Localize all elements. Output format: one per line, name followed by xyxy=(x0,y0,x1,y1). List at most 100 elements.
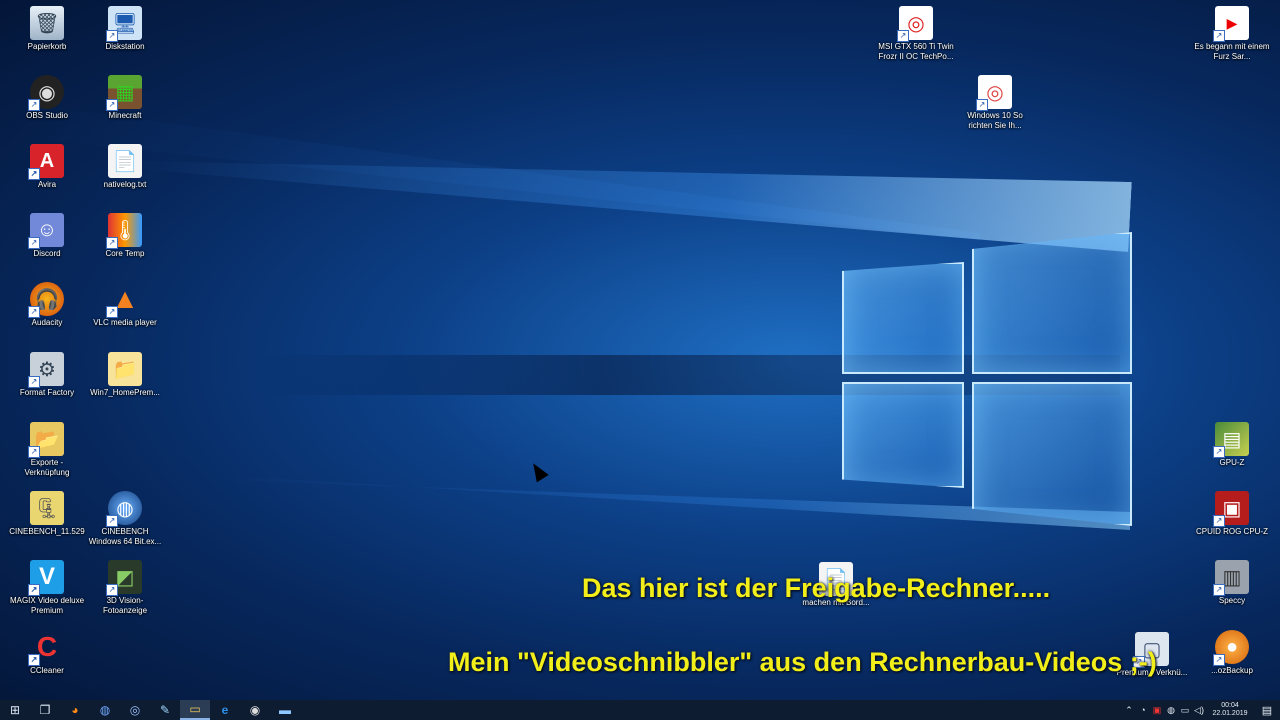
app-icon: ▬ xyxy=(279,703,291,717)
desktop-icon-audacity[interactable]: 🎧 ↗ Audacity xyxy=(9,282,85,328)
desktop-icon-msi-gtx[interactable]: ◎ ↗ MSI GTX 560 Ti Twin Frozr II OC TechP… xyxy=(876,6,956,62)
desktop-icon-es-begann[interactable]: ▶ ↗ Es begann mit einem Furz Sar... xyxy=(1194,6,1270,62)
desktop-icon-discord[interactable]: ☺ ↗ Discord xyxy=(9,213,85,259)
network-drive-icon: 🖥 ↗ xyxy=(106,6,142,42)
desktop-icon-label: Minecraft xyxy=(108,111,142,120)
desktop-icon-papierkorb[interactable]: 🗑 Papierkorb xyxy=(9,6,85,52)
desktop-icon-label: CINEBENCH_11.529 xyxy=(9,527,85,536)
desktop-icon-label: Win7_HomePrem... xyxy=(90,388,160,397)
edge-icon: e xyxy=(221,703,229,717)
web-shortcut-icon: ◎ ↗ xyxy=(976,75,1012,111)
desktop-icon-cinebench-exe[interactable]: ◍ ↗ CINEBENCH Windows 64 Bit.ex... xyxy=(87,491,163,547)
desktop-icon-vlc[interactable]: ▲ ↗ VLC media player xyxy=(87,282,163,328)
clock-date: 22.01.2019 xyxy=(1212,710,1248,717)
desktop-icon-label: Papierkorb xyxy=(27,42,67,51)
subtitle-line-1: Das hier ist der Freigabe-Rechner..... xyxy=(582,573,1051,603)
taskbar-app-2[interactable]: ◍ xyxy=(90,700,120,720)
web-shortcut-icon: ◎ ↗ xyxy=(897,6,933,42)
desktop-icon-win7-homeprem[interactable]: 📁 Win7_HomePrem... xyxy=(87,352,163,398)
desktop-icon-backup[interactable]: ● ↗ ...ozBackup xyxy=(1194,630,1270,676)
desktop-icon-format-factory[interactable]: ⚙ ↗ Format Factory xyxy=(9,352,85,398)
desktop-icon-label: Es begann mit einem Furz Sar... xyxy=(1194,42,1270,61)
desktop-icon-magix[interactable]: V ↗ MAGIX Video deluxe Premium xyxy=(9,560,85,616)
taskbar-clock[interactable]: 00:04 22.01.2019 xyxy=(1206,702,1254,718)
vlc-icon: ▲ ↗ xyxy=(106,282,142,318)
task-view-button[interactable]: ❐ xyxy=(30,700,60,720)
text-file-icon: 📄 xyxy=(108,144,142,178)
app-icon: ◍ xyxy=(99,703,111,717)
recycle-bin-icon: 🗑 xyxy=(30,6,64,40)
desktop-icon-label: MSI GTX 560 Ti Twin Frozr II OC TechPo..… xyxy=(878,42,954,61)
taskbar-app-9[interactable]: ▬ xyxy=(270,700,300,720)
desktop-icon-diskstation[interactable]: 🖥 ↗ Diskstation xyxy=(87,6,163,52)
cpu-z-icon: ▣ ↗ xyxy=(1213,491,1249,527)
edge-button[interactable]: e xyxy=(210,700,240,720)
logo-pane xyxy=(972,382,1132,526)
desktop-icon-core-temp[interactable]: 🌡 ↗ Core Temp xyxy=(87,213,163,259)
system-tray: ⌃ ◔ ▣ ◍ ▭ ◁) 00:04 22.01.2019 ▤ xyxy=(1122,700,1280,720)
file-explorer-button[interactable]: ▭ xyxy=(180,700,210,720)
desktop-icon-label: nativelog.txt xyxy=(103,180,147,189)
speccy-icon: ▥ ↗ xyxy=(1213,560,1249,596)
tray-icon[interactable]: ◍ xyxy=(1164,705,1178,716)
desktop-icon-label: ...ozBackup xyxy=(1211,666,1253,675)
chevron-up-icon[interactable]: ⌃ xyxy=(1122,705,1136,716)
zip-folder-icon: 🗜 xyxy=(30,491,64,525)
tray-icon[interactable]: ◔ xyxy=(1136,705,1150,715)
gpu-z-icon: ▤ ↗ xyxy=(1213,422,1249,458)
clock-time: 00:04 xyxy=(1221,702,1239,709)
folder-shortcut-icon: 📂 ↗ xyxy=(28,422,64,458)
taskbar-app-4[interactable]: ✎ xyxy=(150,700,180,720)
subtitle-line-2: Mein "Videoschnibbler" aus den Rechnerba… xyxy=(448,647,1157,677)
desktop-icon-label: Format Factory xyxy=(19,388,75,397)
desktop-icon-label: CCleaner xyxy=(30,666,64,675)
desktop-icon-ccleaner[interactable]: C ↗ CCleaner xyxy=(9,630,85,676)
logo-pane xyxy=(972,232,1132,374)
desktop-icon-avira[interactable]: A ↗ Avira xyxy=(9,144,85,190)
network-icon[interactable]: ▭ xyxy=(1178,705,1192,716)
desktop-icon-label: OBS Studio xyxy=(26,111,68,120)
start-button[interactable]: ⊞ xyxy=(0,700,30,720)
desktop-icon-label: CPUID ROG CPU-Z xyxy=(1196,527,1268,536)
magix-icon: V ↗ xyxy=(28,560,64,596)
avira-icon: A ↗ xyxy=(28,144,64,180)
desktop-icon-nativelog[interactable]: 📄 nativelog.txt xyxy=(87,144,163,190)
folder-icon: ▭ xyxy=(189,702,201,716)
ccleaner-icon: C ↗ xyxy=(28,630,64,666)
desktop-icon-label: CINEBENCH Windows 64 Bit.ex... xyxy=(88,527,162,546)
volume-icon[interactable]: ◁) xyxy=(1192,705,1206,716)
desktop-icon-label: Audacity xyxy=(31,318,63,327)
youtube-shortcut-icon: ▶ ↗ xyxy=(1213,6,1249,42)
core-temp-icon: 🌡 ↗ xyxy=(106,213,142,249)
desktop-icon-label: Core Temp xyxy=(105,249,145,258)
desktop-icon-label: Discord xyxy=(33,249,61,258)
desktop-icon-exporte[interactable]: 📂 ↗ Exporte - Verknüpfung xyxy=(9,422,85,478)
task-view-icon: ❐ xyxy=(39,703,51,717)
taskbar: ⊞ ❐ ◕ ◍ ◎ ✎ ▭ e ◉ ▬ ⌃ ◔ ▣ ◍ ▭ ◁) 00:04 2… xyxy=(0,700,1280,720)
desktop-icon-speccy[interactable]: ▥ ↗ Speccy xyxy=(1194,560,1270,606)
folder-icon: 📁 xyxy=(108,352,142,386)
obs-button[interactable]: ◉ xyxy=(240,700,270,720)
firefox-button[interactable]: ◕ xyxy=(60,700,90,720)
desktop-icon-cinebench-zip[interactable]: 🗜 CINEBENCH_11.529 xyxy=(9,491,85,537)
desktop-icon-label: MAGIX Video deluxe Premium xyxy=(9,596,85,615)
desktop-icon-obs-studio[interactable]: ◉ ↗ OBS Studio xyxy=(9,75,85,121)
windows-logo-wallpaper xyxy=(838,232,1134,526)
audacity-icon: 🎧 ↗ xyxy=(28,282,64,318)
desktop-icon-minecraft[interactable]: ▦ ↗ Minecraft xyxy=(87,75,163,121)
mouse-cursor xyxy=(527,459,549,483)
discord-icon: ☺ ↗ xyxy=(28,213,64,249)
firefox-icon: ◕ xyxy=(71,703,79,717)
notification-center-icon[interactable]: ▤ xyxy=(1254,704,1280,717)
logo-pane xyxy=(842,382,964,488)
tray-icon[interactable]: ▣ xyxy=(1150,705,1164,716)
cinebench-icon: ◍ ↗ xyxy=(106,491,142,527)
desktop-icon-3d-vision[interactable]: ◩ ↗ 3D Vision-Fotoanzeige xyxy=(87,560,163,616)
taskbar-app-3[interactable]: ◎ xyxy=(120,700,150,720)
desktop-icon-gpu-z[interactable]: ▤ ↗ GPU-Z xyxy=(1194,422,1270,468)
desktop-icon-label: Diskstation xyxy=(105,42,145,51)
desktop-icon-label: 3D Vision-Fotoanzeige xyxy=(102,596,148,615)
format-factory-icon: ⚙ ↗ xyxy=(28,352,64,388)
desktop-icon-cpu-z[interactable]: ▣ ↗ CPUID ROG CPU-Z xyxy=(1194,491,1270,537)
desktop-icon-windows10-so[interactable]: ◎ ↗ Windows 10 So richten Sie Ih... xyxy=(957,75,1033,131)
